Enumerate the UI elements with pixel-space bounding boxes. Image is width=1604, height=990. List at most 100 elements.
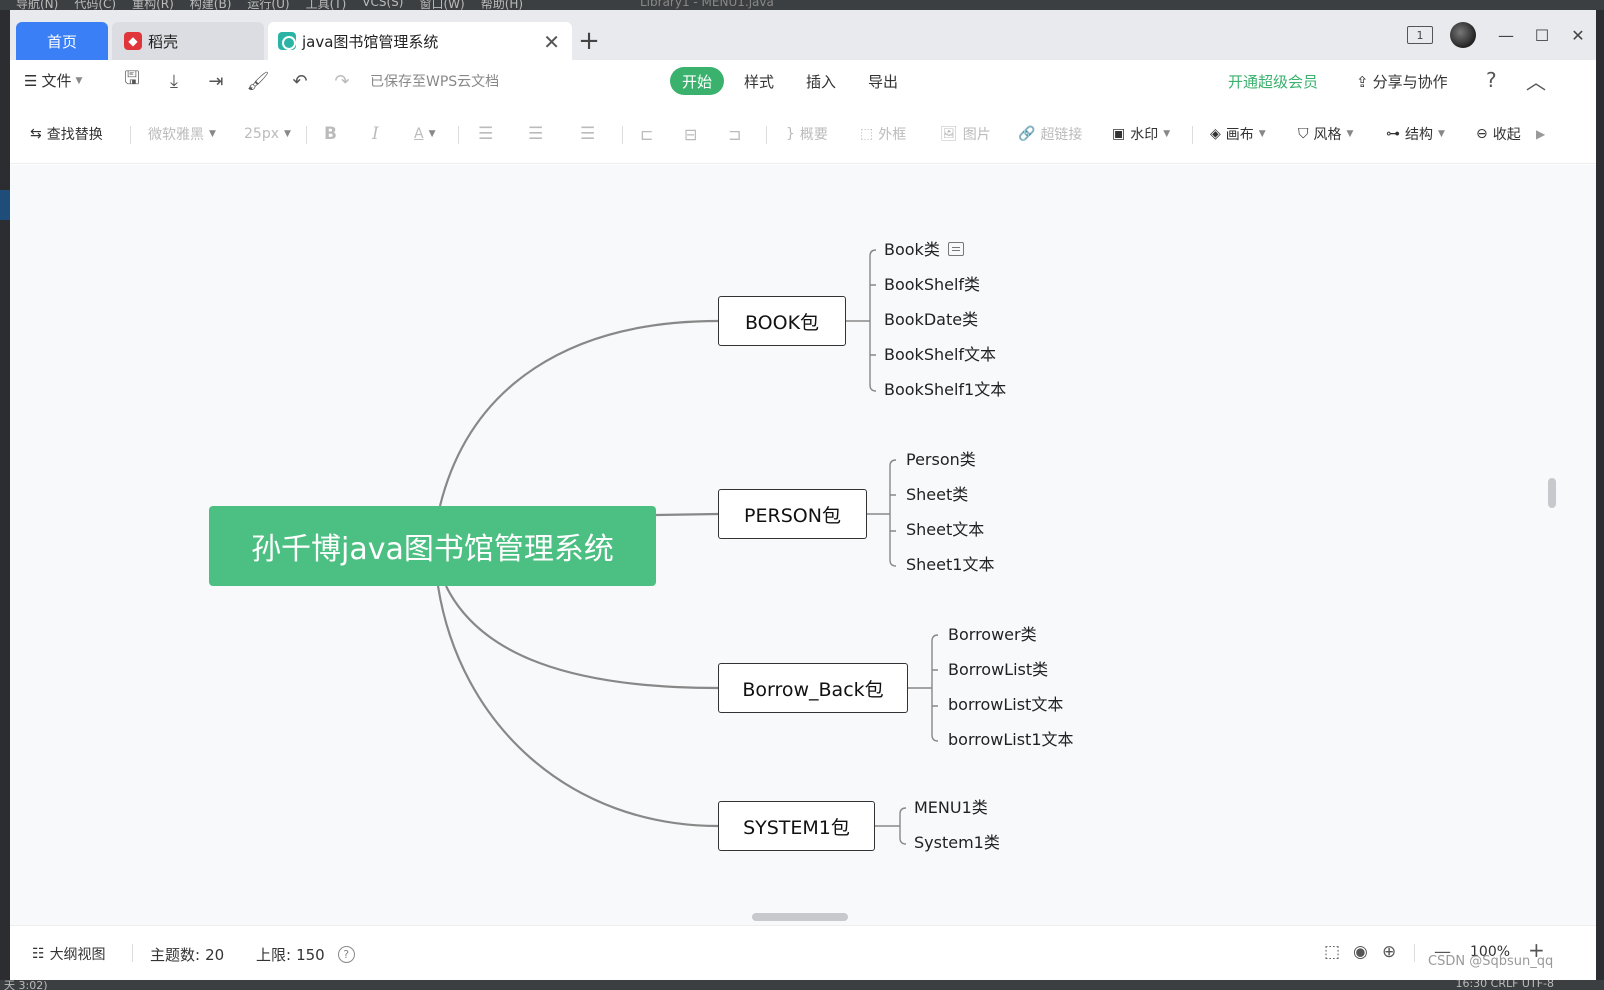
topic-limit-value: 150 [296, 945, 325, 964]
subtopic[interactable]: BookShelf1文本 [884, 379, 1006, 401]
align-left-icon[interactable]: ☰ [478, 122, 493, 146]
border-icon: ⬚ [860, 126, 874, 142]
ide-menu-item[interactable]: 构建(B) [190, 0, 232, 10]
align-right-icon[interactable]: ☰ [580, 122, 595, 146]
insert-child-topic-icon[interactable]: ⊏ [640, 122, 653, 146]
tab-home[interactable]: 首页 [16, 22, 108, 60]
topic-book-package[interactable]: BOOK包 [718, 296, 846, 346]
watermark-button[interactable]: ▣ 水印 ▼ [1112, 122, 1170, 146]
subtopic[interactable]: BorrowList类 [948, 659, 1048, 681]
topic-system1-package[interactable]: SYSTEM1包 [718, 801, 875, 851]
structure-button[interactable]: ⊶ 结构 ▼ [1386, 122, 1445, 146]
subtopic[interactable]: BookDate类 [884, 309, 978, 331]
ide-menu-item[interactable]: 窗口(W) [419, 0, 464, 10]
tab-daoke[interactable]: ◆ 稻壳 [112, 22, 264, 60]
canvas-button[interactable]: ◈ 画布 ▼ [1210, 122, 1266, 146]
minimize-button[interactable]: — [1488, 18, 1524, 52]
topic-limit: 上限: 150 ? [256, 944, 355, 965]
toolbar-more-icon[interactable]: ▶ [1536, 122, 1545, 146]
watermark-label: 水印 [1130, 127, 1159, 143]
horizontal-scrollbar[interactable] [752, 913, 848, 921]
tab-bar: 首页 ◆ 稻壳 java图书馆管理系统 ✕ + 1 — ☐ ✕ [10, 10, 1596, 60]
ide-menu-item[interactable]: 工具(T) [306, 0, 347, 10]
new-tab-button[interactable]: + [572, 24, 606, 58]
italic-button[interactable]: I [372, 122, 379, 146]
ide-menu-item[interactable]: 运行(U) [247, 0, 289, 10]
download-icon[interactable]: ⤓ [160, 68, 188, 94]
ide-status-right: 16:30 CRLF UTF-8 [1455, 980, 1554, 990]
redo-icon[interactable]: ↷ [328, 68, 356, 94]
font-family-select[interactable]: 微软雅黑 ▼ [148, 122, 216, 146]
tab-label: 稻壳 [148, 32, 179, 51]
ide-menu-item[interactable]: 代码(C) [74, 0, 116, 10]
align-center-icon[interactable]: ☰ [528, 122, 543, 146]
find-replace-button[interactable]: ⇆ 查找替换 [30, 122, 103, 146]
subtopic[interactable]: BookShelf类 [884, 274, 980, 296]
ide-menu-item[interactable]: VCS(S) [362, 0, 403, 10]
topic-person-package[interactable]: PERSON包 [718, 489, 867, 539]
undo-icon[interactable]: ↶ [286, 68, 314, 94]
subtopic[interactable]: Borrower类 [948, 624, 1037, 646]
border-button[interactable]: ⬚ 外框 [860, 122, 906, 146]
structure-label: 结构 [1405, 127, 1433, 143]
help-icon[interactable]: ? [1486, 68, 1497, 92]
tab-insert[interactable]: 插入 [794, 67, 848, 95]
select-tool-icon[interactable]: ⬚ [1324, 942, 1340, 962]
font-color-button[interactable]: A ▼ [414, 122, 436, 146]
font-size-select[interactable]: 25px ▼ [244, 122, 291, 146]
subtopic[interactable]: borrowList1文本 [948, 729, 1074, 751]
vertical-scrollbar[interactable] [1548, 478, 1556, 508]
topic-limit-label: 上限: [256, 946, 292, 964]
export-icon[interactable]: ⇥ [202, 68, 230, 94]
bold-button[interactable]: B [324, 122, 337, 146]
save-status: 已保存至WPS云文档 [370, 74, 500, 90]
collapse-button[interactable]: ⊖ 收起 [1476, 122, 1521, 146]
subtopic[interactable]: borrowList文本 [948, 694, 1063, 716]
subtopic[interactable]: Sheet1文本 [906, 554, 994, 576]
maximize-button[interactable]: ☐ [1524, 18, 1560, 52]
link-button[interactable]: 🔗 超链接 [1018, 122, 1082, 146]
tab-document[interactable]: java图书馆管理系统 ✕ [268, 22, 572, 60]
close-window-button[interactable]: ✕ [1560, 18, 1596, 52]
tab-start[interactable]: 开始 [670, 67, 725, 95]
daoke-logo-icon: ◆ [124, 32, 142, 50]
avatar-button[interactable] [1438, 18, 1488, 52]
insert-parent-topic-icon[interactable]: ⊐ [728, 122, 741, 146]
help-circle-icon[interactable]: ? [337, 946, 355, 963]
subtopic[interactable]: BookShelf文本 [884, 344, 996, 366]
paint-bucket-icon: ◈ [1210, 126, 1221, 142]
ide-left-strip [0, 10, 10, 980]
summary-button[interactable]: } 概要 [786, 122, 828, 146]
locate-icon[interactable]: ⊕ [1382, 942, 1396, 962]
tab-export[interactable]: 导出 [856, 67, 910, 95]
connector-root-system [436, 585, 719, 828]
file-menu-button[interactable]: ☰ 文件 ▼ [24, 70, 82, 91]
format-painter-icon[interactable]: 🖌 [244, 68, 272, 94]
window-count-button[interactable]: 1 [1402, 18, 1438, 52]
subtopic[interactable]: Sheet类 [906, 484, 968, 506]
collapse-ribbon-icon[interactable]: ︿ [1526, 66, 1546, 95]
subtopic[interactable]: Book类 [884, 239, 964, 261]
insert-sibling-topic-icon[interactable]: ⊟ [684, 122, 697, 146]
subtopic[interactable]: Person类 [906, 449, 976, 471]
outline-view-button[interactable]: ☷ 大纲视图 [32, 944, 106, 964]
subtopic[interactable]: Sheet文本 [906, 519, 984, 541]
style-button[interactable]: ⛉ 风格 ▼ [1298, 122, 1353, 146]
vip-link[interactable]: 开通超级会员 [1228, 71, 1318, 92]
share-button[interactable]: ⇪ 分享与协作 [1356, 71, 1448, 92]
root-topic[interactable]: 孙千博java图书馆管理系统 [209, 506, 656, 586]
connector-root-person [655, 512, 719, 517]
save-icon[interactable]: 🖫 [118, 68, 146, 94]
ide-menu-item[interactable]: 帮助(H) [481, 0, 523, 10]
close-icon[interactable]: ✕ [543, 30, 560, 54]
mindmap-canvas[interactable]: 孙千博java图书馆管理系统 BOOK包 PERSON包 Borrow_Back… [10, 165, 1596, 925]
note-icon[interactable] [947, 242, 964, 256]
subtopic[interactable]: System1类 [914, 832, 1000, 854]
image-button[interactable]: 🖼 图片 [940, 122, 991, 146]
subtopic[interactable]: MENU1类 [914, 797, 988, 819]
topic-borrow-back-package[interactable]: Borrow_Back包 [718, 663, 908, 713]
tab-style[interactable]: 样式 [732, 67, 786, 95]
eye-hide-icon[interactable]: ◉ [1353, 942, 1368, 962]
ide-menu-item[interactable]: 导航(N) [16, 0, 58, 10]
ide-menu-item[interactable]: 重构(R) [132, 0, 174, 10]
